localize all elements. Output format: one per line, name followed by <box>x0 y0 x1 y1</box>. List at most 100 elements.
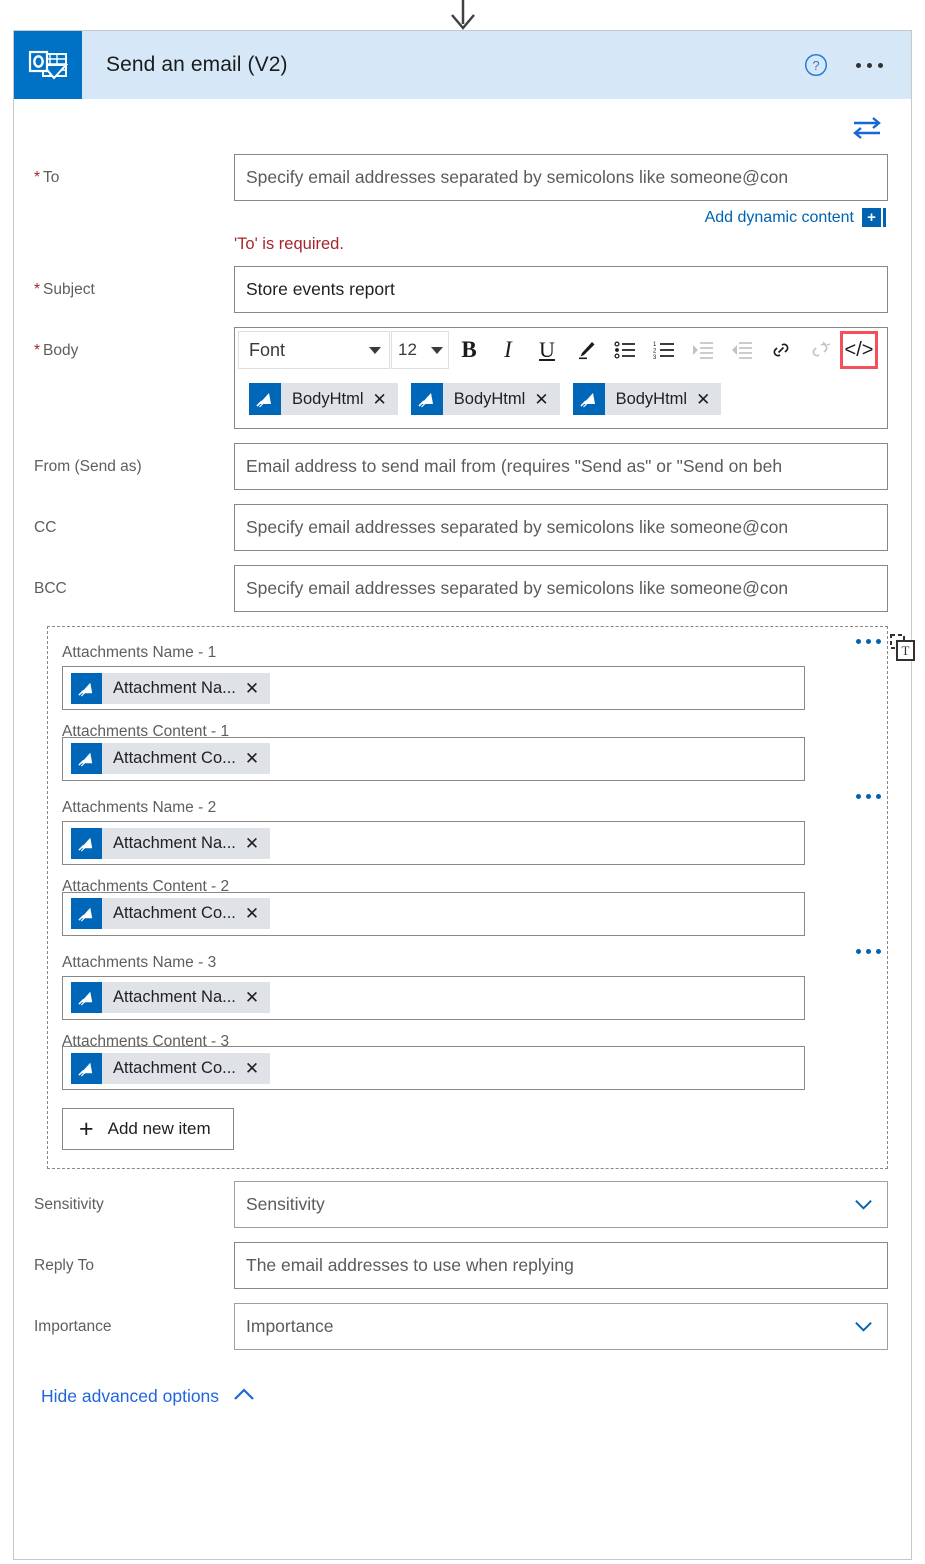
token-label: Attachment Na... <box>102 679 245 698</box>
font-size-select[interactable]: 12 <box>391 331 449 369</box>
attachments-content-1-input[interactable]: Attachment Co... ✕ <box>62 737 805 781</box>
font-size-value: 12 <box>398 340 417 360</box>
token-remove-icon[interactable]: ✕ <box>245 680 270 697</box>
font-family-value: Font <box>249 340 285 361</box>
hide-advanced-options-link[interactable]: Hide advanced options <box>41 1386 219 1407</box>
increase-indent-icon <box>684 331 722 369</box>
card-header: Send an email (V2) ? <box>14 31 911 99</box>
decrease-indent-icon <box>723 331 761 369</box>
header-actions: ? <box>804 53 911 77</box>
sensitivity-select-placeholder: Sensitivity <box>246 1194 325 1215</box>
dynamic-token[interactable]: BodyHtml ✕ <box>411 383 560 415</box>
font-family-select[interactable]: Font <box>238 331 390 369</box>
dynamic-token[interactable]: Attachment Co... ✕ <box>71 1053 270 1084</box>
attachment-item-3-menu-icon[interactable] <box>856 949 881 954</box>
dynamic-token[interactable]: Attachment Co... ✕ <box>71 898 270 929</box>
label-reply-to: Reply To <box>34 1242 234 1276</box>
attachments-content-2-input[interactable]: Attachment Co... ✕ <box>62 892 805 936</box>
card-body: *To Specify email addresses separated by… <box>14 99 911 1407</box>
importance-select[interactable]: Importance <box>234 1303 888 1350</box>
svg-text:1: 1 <box>653 342 657 348</box>
bold-button[interactable]: B <box>450 331 488 369</box>
token-remove-icon[interactable]: ✕ <box>245 1060 270 1077</box>
token-remove-icon[interactable]: ✕ <box>245 905 270 922</box>
dynamic-token[interactable]: BodyHtml ✕ <box>249 383 398 415</box>
italic-button[interactable]: I <box>489 331 527 369</box>
label-importance: Importance <box>34 1303 234 1337</box>
dynamic-token[interactable]: Attachment Na... ✕ <box>71 673 270 704</box>
token-remove-icon[interactable]: ✕ <box>534 391 559 408</box>
bcc-input[interactable]: Specify email addresses separated by sem… <box>234 565 888 612</box>
add-new-item-button[interactable]: + Add new item <box>62 1108 234 1150</box>
text-mode-icon[interactable]: T <box>889 633 917 668</box>
from-input[interactable]: Email address to send mail from (require… <box>234 443 888 490</box>
body-editor-content[interactable]: BodyHtml ✕ <box>235 372 887 428</box>
swap-arrows-icon[interactable] <box>851 115 883 146</box>
reply-to-input-placeholder: The email addresses to use when replying <box>246 1255 574 1276</box>
svg-text:3: 3 <box>653 355 657 360</box>
from-input-placeholder: Email address to send mail from (require… <box>246 456 782 477</box>
to-input-placeholder: Specify email addresses separated by sem… <box>246 167 788 188</box>
attachments-name-3-input[interactable]: Attachment Na... ✕ <box>62 976 805 1020</box>
token-remove-icon[interactable]: ✕ <box>245 989 270 1006</box>
reply-to-input[interactable]: The email addresses to use when replying <box>234 1242 888 1289</box>
token-label: BodyHtml <box>605 390 697 409</box>
sensitivity-select[interactable]: Sensitivity <box>234 1181 888 1228</box>
token-label: BodyHtml <box>281 390 373 409</box>
label-to: *To <box>34 154 234 188</box>
advanced-options-row[interactable]: Hide advanced options <box>14 1364 911 1407</box>
add-dynamic-content-link[interactable]: Add dynamic content <box>705 209 854 227</box>
dynamic-token[interactable]: Attachment Na... ✕ <box>71 982 270 1013</box>
dynamic-token[interactable]: BodyHtml ✕ <box>573 383 722 415</box>
field-row-importance: Importance Importance <box>14 1303 911 1350</box>
token-label: Attachment Na... <box>102 834 245 853</box>
attachments-name-1-input[interactable]: Attachment Na... ✕ <box>62 666 805 710</box>
label-subject: *Subject <box>34 266 234 300</box>
token-remove-icon[interactable]: ✕ <box>696 391 721 408</box>
card-title: Send an email (V2) <box>106 53 288 77</box>
label-cc: CC <box>34 504 234 538</box>
attachment-item-2-menu-icon[interactable] <box>856 794 881 799</box>
add-dynamic-content-plus-icon[interactable]: + <box>862 208 886 227</box>
token-label: Attachment Co... <box>102 749 245 768</box>
subject-input[interactable]: Store events report <box>234 266 888 313</box>
cc-input[interactable]: Specify email addresses separated by sem… <box>234 504 888 551</box>
field-row-subject: *Subject Store events report <box>14 266 911 313</box>
token-remove-icon[interactable]: ✕ <box>245 750 270 767</box>
flow-connector-arrow <box>0 0 925 30</box>
subject-input-value: Store events report <box>246 279 395 300</box>
token-label: Attachment Na... <box>102 988 245 1007</box>
chevron-down-icon <box>854 1194 873 1215</box>
field-row-to: *To Specify email addresses separated by… <box>14 154 911 227</box>
attachments-content-3-input[interactable]: Attachment Co... ✕ <box>62 1046 805 1090</box>
send-an-email-action-card: Send an email (V2) ? <box>13 30 912 1560</box>
token-remove-icon[interactable]: ✕ <box>245 835 270 852</box>
body-rich-text-editor[interactable]: Font 12 B I U <box>234 327 888 429</box>
importance-select-placeholder: Importance <box>246 1316 334 1337</box>
attachments-name-2-input[interactable]: Attachment Na... ✕ <box>62 821 805 865</box>
highlighter-pen-icon[interactable] <box>567 331 605 369</box>
dynamic-token[interactable]: Attachment Na... ✕ <box>71 828 270 859</box>
excel-connector-icon <box>71 828 102 859</box>
card-more-menu-icon[interactable] <box>854 57 885 74</box>
numbered-list-icon[interactable]: 1 2 3 <box>645 331 683 369</box>
chevron-up-icon[interactable] <box>233 1388 255 1406</box>
svg-text:2: 2 <box>653 349 657 355</box>
bulleted-list-icon[interactable] <box>606 331 644 369</box>
token-remove-icon[interactable]: ✕ <box>373 391 398 408</box>
excel-connector-icon <box>249 383 281 415</box>
attachment-item-1-menu-icon[interactable] <box>856 639 881 644</box>
dynamic-token[interactable]: Attachment Co... ✕ <box>71 743 270 774</box>
token-label: Attachment Co... <box>102 904 245 923</box>
field-row-sensitivity: Sensitivity Sensitivity <box>14 1181 911 1228</box>
link-icon[interactable] <box>762 331 800 369</box>
label-from: From (Send as) <box>34 443 234 477</box>
underline-button[interactable]: U <box>528 331 566 369</box>
cc-input-placeholder: Specify email addresses separated by sem… <box>246 517 788 538</box>
required-asterisk: * <box>34 281 40 298</box>
help-circle-icon[interactable]: ? <box>804 53 828 77</box>
to-input[interactable]: Specify email addresses separated by sem… <box>234 154 888 201</box>
required-asterisk: * <box>34 169 40 186</box>
code-view-button[interactable]: </> <box>840 331 878 369</box>
arrow-down-icon <box>446 0 480 30</box>
